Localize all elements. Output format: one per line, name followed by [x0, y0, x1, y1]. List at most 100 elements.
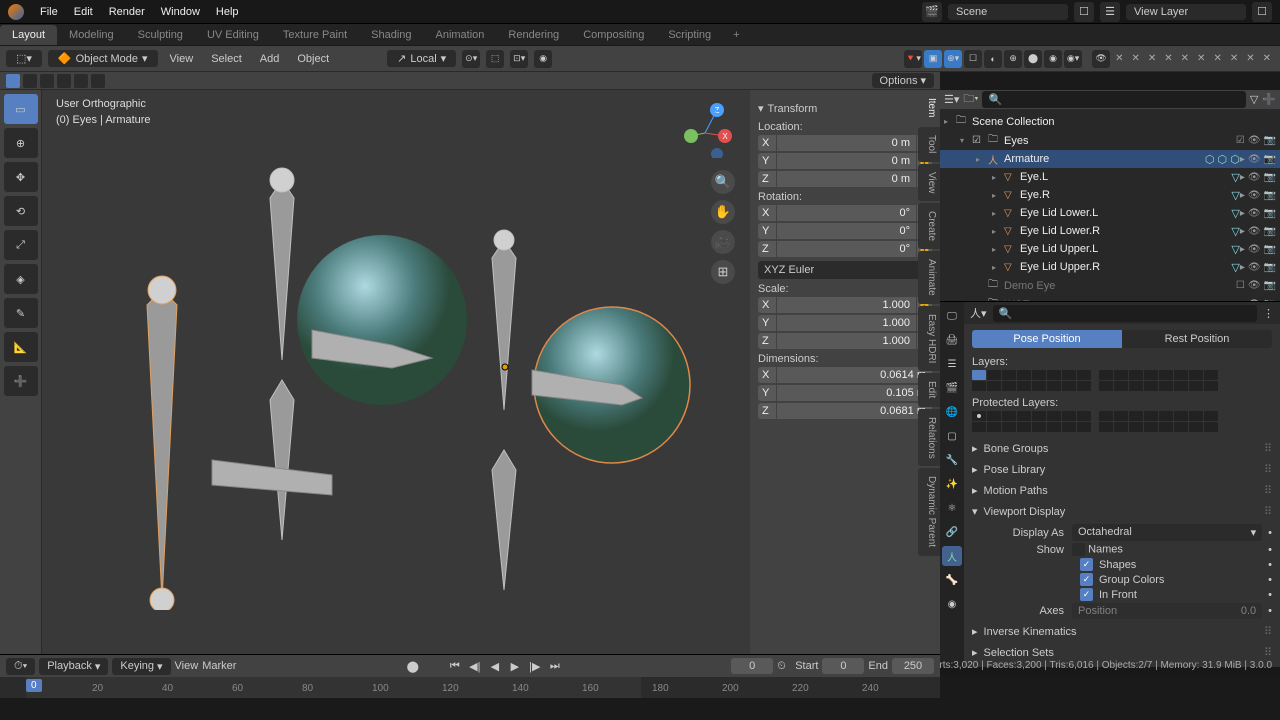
ntab-animate[interactable]: Animate	[918, 251, 940, 304]
show-shapes-checkbox[interactable]: ✓Shapes•	[1080, 558, 1272, 571]
shade-solid-icon[interactable]: ⬤	[1024, 50, 1042, 68]
mode-dropdown[interactable]: 🔶 Object Mode ▾	[48, 50, 158, 67]
restrict-10[interactable]: ✕	[1260, 53, 1274, 64]
jump-icon[interactable]: ⏲	[777, 660, 791, 673]
outliner-item-wgt[interactable]: ▸🗀WGT ▸👁📷	[940, 295, 1280, 301]
outliner-editor-icon[interactable]: ☰▾	[944, 93, 959, 106]
timeline-view-menu[interactable]: View	[175, 660, 199, 672]
display-as-dropdown[interactable]: Octahedral ▾	[1072, 524, 1262, 541]
select-menu[interactable]: Select	[205, 53, 248, 65]
tool-add[interactable]: ➕	[4, 366, 38, 396]
menu-help[interactable]: Help	[208, 6, 247, 18]
rotation-mode-dropdown[interactable]: XYZ Euler ▾	[758, 261, 932, 279]
ntab-create[interactable]: Create	[918, 203, 940, 249]
object-menu[interactable]: Object	[291, 53, 335, 65]
outliner-item-armature[interactable]: ▸人Armature ⬡ ⬡ ⬡ ▸👁📷	[940, 150, 1280, 168]
outliner-display-icon[interactable]: 🗀▾	[963, 90, 978, 109]
add-menu[interactable]: Add	[254, 53, 286, 65]
tab-layout[interactable]: Layout	[0, 25, 57, 45]
position-field[interactable]: Position 0.0	[1072, 603, 1262, 619]
dim-y-field[interactable]: 0.105 m	[776, 385, 932, 401]
timeline-editor-icon[interactable]: ⏱▾	[6, 658, 35, 675]
snap-volume-toggle[interactable]	[57, 74, 71, 88]
outliner-item-eyel[interactable]: ▸▽Eye.L▽ ▸👁📷	[940, 168, 1280, 186]
outliner-col-eyes[interactable]: ▾☑🗀Eyes ☑👁📷	[940, 131, 1280, 150]
tab-scripting[interactable]: Scripting	[656, 25, 723, 45]
overlay-toggle[interactable]: ☐	[964, 50, 982, 68]
snap-edge-toggle[interactable]	[23, 74, 37, 88]
ntab-easyhdri[interactable]: Easy HDRI	[918, 306, 940, 371]
ptab-object[interactable]: ▢	[942, 426, 962, 446]
snap-dropdown[interactable]: ⊡▾	[510, 50, 528, 68]
timeline-scrubber[interactable]: 0 20 40 60 80 100 120 140 160 180 200 22…	[0, 677, 940, 698]
outliner-new-col-icon[interactable]: ➕	[1262, 93, 1276, 106]
tool-cursor[interactable]: ⊕	[4, 128, 38, 158]
play-reverse-button[interactable]: ◀	[486, 657, 504, 675]
props-pin-icon[interactable]: ⋮	[1263, 307, 1274, 320]
tab-rendering[interactable]: Rendering	[496, 25, 571, 45]
ptab-scene[interactable]: 🎬	[942, 378, 962, 398]
restrict-1[interactable]: ✕	[1112, 53, 1126, 64]
autokey-toggle[interactable]: ⬤	[404, 657, 422, 675]
timeline-marker-menu[interactable]: Marker	[202, 660, 236, 672]
tool-transform[interactable]: ◈	[4, 264, 38, 294]
tool-select-box[interactable]: ▭	[4, 94, 38, 124]
proportional-toggle[interactable]: ◉	[534, 50, 552, 68]
loc-z-field[interactable]: 0 m	[776, 171, 916, 187]
pan-icon[interactable]: ✋	[711, 200, 735, 224]
shade-render-icon[interactable]: ◉▾	[1064, 50, 1082, 68]
dim-x-field[interactable]: 0.0614 m	[776, 367, 932, 383]
ptab-particles[interactable]: ✨	[942, 474, 962, 494]
ptab-viewlayer[interactable]: ☰	[942, 354, 962, 374]
outliner-item-demoeye[interactable]: 🗀Demo Eye ☐👁📷	[940, 276, 1280, 295]
visibility-filter-icon[interactable]: 🔻▾	[904, 50, 922, 68]
outliner-item-lidlr[interactable]: ▸▽Eye Lid Lower.R▽ ▸👁📷	[940, 222, 1280, 240]
options-dropdown[interactable]: Options ▾	[872, 73, 934, 88]
ntab-tool[interactable]: Tool	[918, 127, 940, 161]
layers-grid[interactable]	[972, 370, 1272, 391]
menu-render[interactable]: Render	[101, 6, 153, 18]
restrict-8[interactable]: ✕	[1227, 53, 1241, 64]
tool-measure[interactable]: 📐	[4, 332, 38, 362]
3d-viewport[interactable]: User Orthographic (0) Eyes | Armature	[42, 90, 940, 654]
scene-icon[interactable]: 🎬	[922, 2, 942, 22]
tool-scale[interactable]: ⤢	[4, 230, 38, 260]
zoom-icon[interactable]: 🔍	[711, 170, 735, 194]
shade-matprev-icon[interactable]: ◉	[1044, 50, 1062, 68]
add-workspace-button[interactable]: +	[723, 25, 749, 45]
snap-toggle[interactable]: ⬚	[486, 50, 504, 68]
restrict-7[interactable]: ✕	[1210, 53, 1224, 64]
ptab-material[interactable]: ◉	[942, 594, 962, 614]
show-group-colors-checkbox[interactable]: ✓Group Colors•	[1080, 573, 1272, 586]
current-frame-field[interactable]: 0	[731, 658, 773, 674]
restrict-2[interactable]: ✕	[1128, 53, 1142, 64]
viewlayer-icon[interactable]: ☰	[1100, 2, 1120, 22]
nav-gizmo[interactable]: Z X	[675, 98, 735, 158]
ptab-output[interactable]: 🖨	[942, 330, 962, 350]
outliner-filter-icon[interactable]: ▽	[1250, 93, 1258, 106]
pivot-dropdown[interactable]: ⊙▾	[462, 50, 480, 68]
tab-animation[interactable]: Animation	[424, 25, 497, 45]
outliner-item-lidll[interactable]: ▸▽Eye Lid Lower.L▽ ▸👁📷	[940, 204, 1280, 222]
scene-name-field[interactable]: Scene	[948, 4, 1068, 20]
outliner-search-input[interactable]: 🔍	[982, 91, 1245, 108]
outliner-item-lidur[interactable]: ▸▽Eye Lid Upper.R▽ ▸👁📷	[940, 258, 1280, 276]
restrict-5[interactable]: ✕	[1178, 53, 1192, 64]
ptab-world[interactable]: 🌐	[942, 402, 962, 422]
restrict-3[interactable]: ✕	[1145, 53, 1159, 64]
select-toggle[interactable]: ▣	[924, 50, 942, 68]
viewlayer-new-icon[interactable]: ☐	[1252, 2, 1272, 22]
rot-y-field[interactable]: 0°	[776, 223, 916, 239]
dim-z-field[interactable]: 0.0681 m	[776, 403, 932, 419]
tool-move[interactable]: ✥	[4, 162, 38, 192]
menu-window[interactable]: Window	[153, 6, 208, 18]
ptab-armature[interactable]: 人	[942, 546, 962, 566]
menu-edit[interactable]: Edit	[66, 6, 101, 18]
pose-position-button[interactable]: Pose Position	[972, 330, 1122, 348]
rest-position-button[interactable]: Rest Position	[1122, 330, 1272, 348]
restrict-4[interactable]: ✕	[1161, 53, 1175, 64]
keying-dropdown[interactable]: Keying ▾	[112, 658, 170, 675]
ptab-modifier[interactable]: 🔧	[942, 450, 962, 470]
playback-dropdown[interactable]: Playback ▾	[39, 658, 108, 675]
start-frame-field[interactable]: 0	[822, 658, 864, 674]
